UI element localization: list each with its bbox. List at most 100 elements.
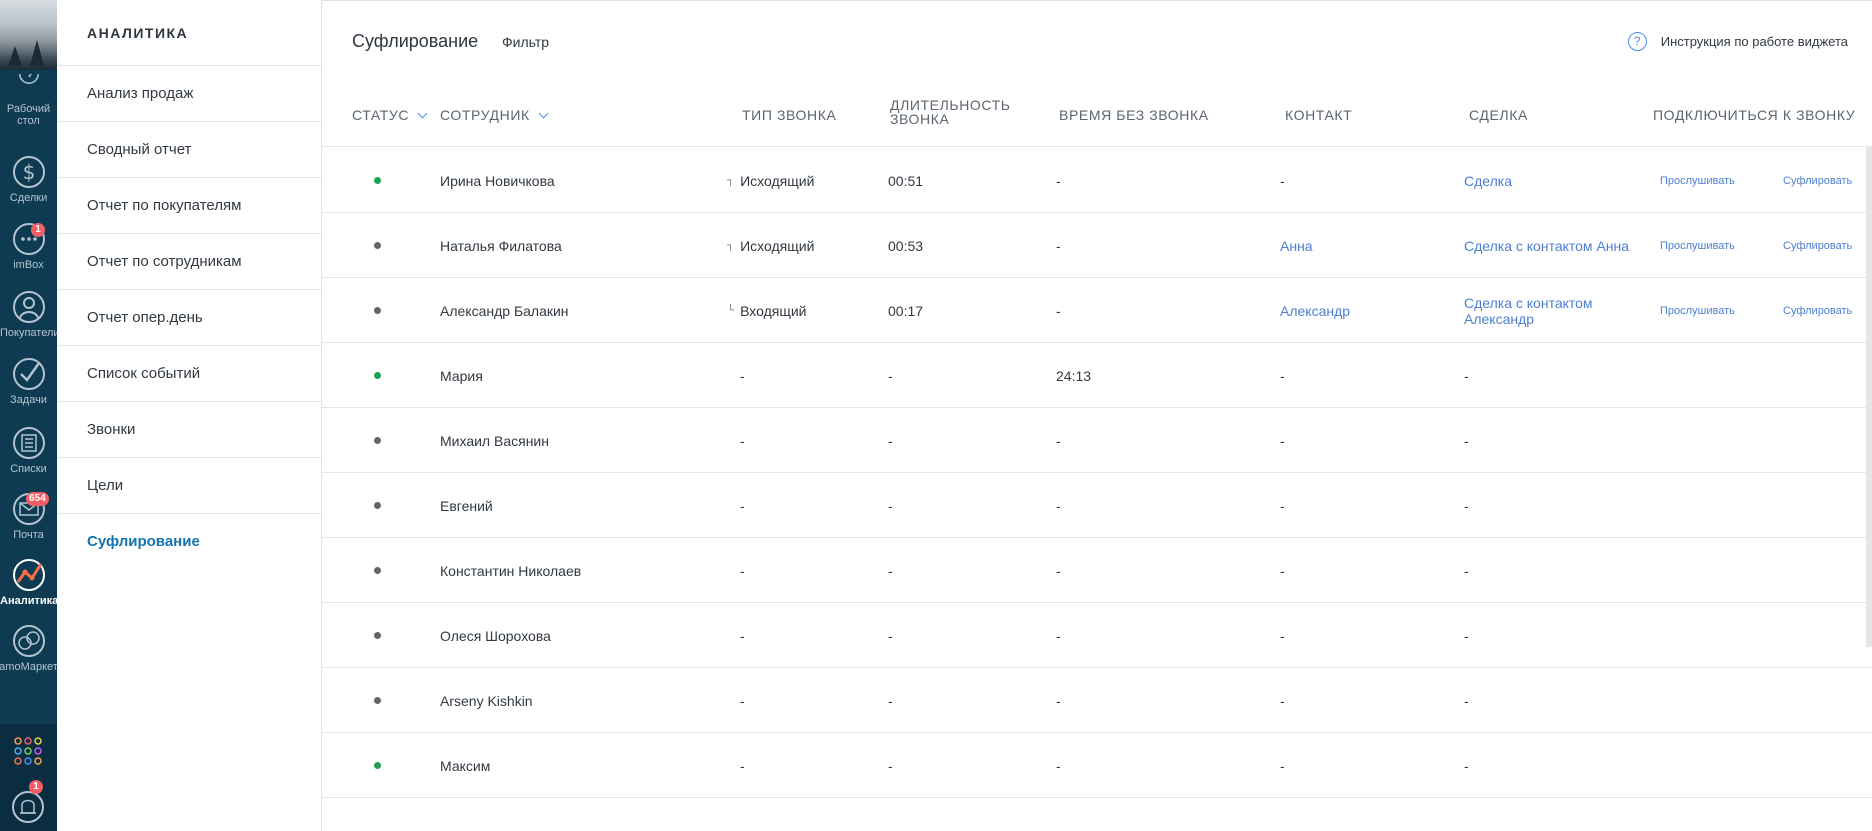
bell-icon[interactable] (11, 790, 45, 824)
call-type-cell: ┐ Исходящий (727, 148, 814, 213)
column-employee[interactable]: СОТРУДНИК (440, 108, 549, 122)
call-type-cell: └ Входящий (727, 278, 807, 343)
prompt-button[interactable]: Суфлировать (1783, 175, 1852, 187)
column-status[interactable]: СТАТУС (352, 108, 428, 122)
status-dot (374, 437, 381, 444)
rail-label-mail: Почта (13, 529, 44, 541)
listen-button-cell: Прослушивать (1660, 148, 1735, 213)
column-duration: ДЛИТЕЛЬНОСТЬ ЗВОНКА (890, 98, 1011, 126)
contact-cell: - (1280, 733, 1285, 798)
contact-cell[interactable]: Александр (1280, 278, 1350, 343)
apps-grid-icon[interactable] (13, 736, 43, 766)
deal-link[interactable]: Сделка с контактом Александр (1464, 295, 1639, 327)
table-row: Максим - - - - - (322, 733, 1872, 798)
call-type: - (740, 432, 745, 449)
status-cell (374, 668, 381, 733)
submenu-item-customers-report[interactable]: Отчет по покупателям (57, 178, 321, 234)
contact-link: - (1280, 692, 1285, 709)
table-row: Мария - - 24:13 - - (322, 343, 1872, 408)
call-duration: - (888, 562, 893, 579)
rail-label-dashboard: Рабочий стол (6, 103, 51, 127)
table-header: СТАТУС СОТРУДНИК ТИП ЗВОНКА ДЛИТЕЛЬНОСТЬ… (322, 80, 1872, 147)
contact-link[interactable]: Александр (1280, 303, 1350, 319)
rail-item-customers[interactable]: Покупатели (0, 290, 57, 339)
deal-link: - (1464, 562, 1469, 579)
contact-cell: - (1280, 148, 1285, 213)
column-duration-line1: ДЛИТЕЛЬНОСТЬ (890, 97, 1011, 113)
idle-time: - (1056, 562, 1061, 579)
listen-button[interactable]: Прослушивать (1660, 240, 1735, 252)
page-header: Суфлирование Фильтр ? Инструкция по рабо… (322, 0, 1872, 80)
submenu-item-calls[interactable]: Звонки (57, 402, 321, 458)
rail-item-lists[interactable]: Списки (0, 426, 57, 475)
deal-cell: - (1464, 343, 1639, 408)
rail-item-market[interactable]: amoМаркет (0, 624, 57, 673)
idle-time: - (1056, 757, 1061, 774)
rail-item-analytics[interactable]: Аналитика (0, 558, 57, 607)
mail-badge: 654 (26, 492, 49, 506)
submenu-item-employees-report[interactable]: Отчет по сотрудникам (57, 234, 321, 290)
prompt-button[interactable]: Суфлировать (1783, 305, 1852, 317)
employee-name: Ирина Новичкова (440, 172, 555, 189)
deal-cell[interactable]: Сделка (1464, 148, 1639, 213)
employee-name: Евгений (440, 497, 493, 514)
submenu-item-sales-analysis[interactable]: Анализ продаж (57, 66, 321, 122)
status-cell (374, 148, 381, 213)
rail-item-dashboard[interactable]: Рабочий стол (0, 74, 57, 127)
deal-cell: - (1464, 668, 1639, 733)
deal-link[interactable]: Сделка (1464, 173, 1512, 189)
submenu-item-goals[interactable]: Цели (57, 458, 321, 514)
rail-item-imbox[interactable]: imBox 1 (0, 222, 57, 271)
call-duration: - (888, 432, 893, 449)
deal-link[interactable]: Сделка с контактом Анна (1464, 238, 1629, 254)
call-type: - (740, 627, 745, 644)
rail-label-customers: Покупатели (0, 327, 57, 339)
prompt-button-cell: Суфлировать (1783, 148, 1852, 213)
column-deal: СДЕЛКА (1469, 107, 1528, 123)
call-duration: 00:53 (888, 237, 924, 254)
rail-item-mail[interactable]: Почта 654 (0, 492, 57, 541)
listen-button[interactable]: Прослушивать (1660, 175, 1735, 187)
call-type: - (740, 497, 745, 514)
contact-cell: - (1280, 538, 1285, 603)
deal-cell[interactable]: Сделка с контактом Александр (1464, 278, 1639, 343)
rail-bottom: 1 (0, 724, 57, 831)
deal-cell: - (1464, 603, 1639, 668)
svg-text:$: $ (22, 160, 35, 184)
idle-time: - (1056, 172, 1061, 189)
prompt-button[interactable]: Суфлировать (1783, 240, 1852, 252)
contact-cell[interactable]: Анна (1280, 213, 1313, 278)
status-cell (374, 343, 381, 408)
deal-link: - (1464, 497, 1469, 514)
submenu-item-summary-report[interactable]: Сводный отчет (57, 122, 321, 178)
contact-link[interactable]: Анна (1280, 238, 1313, 254)
call-duration: - (888, 627, 893, 644)
status-cell (374, 278, 381, 343)
call-duration: - (888, 692, 893, 709)
submenu-item-events-list[interactable]: Список событий (57, 346, 321, 402)
rail-item-deals[interactable]: $ Сделки (0, 155, 57, 204)
status-dot (374, 632, 381, 639)
table-row: Евгений - - - - - (322, 473, 1872, 538)
deal-cell: - (1464, 408, 1639, 473)
rail-label-imbox: imBox (13, 259, 44, 271)
status-dot (374, 502, 381, 509)
listen-button[interactable]: Прослушивать (1660, 305, 1735, 317)
status-dot (374, 697, 381, 704)
help-icon: ? (1627, 32, 1647, 51)
contact-cell: - (1280, 668, 1285, 733)
account-cover-image[interactable] (0, 0, 57, 70)
rail-item-tasks[interactable]: Задачи (0, 357, 57, 406)
submenu-item-opday-report[interactable]: Отчет опер.день (57, 290, 321, 346)
filter-button[interactable]: Фильтр (502, 34, 549, 50)
submenu-item-prompting[interactable]: Суфлирование (57, 514, 321, 570)
widget-help-link[interactable]: ? Инструкция по работе виджета (1627, 32, 1848, 51)
listen-button-cell: Прослушивать (1660, 278, 1735, 343)
analytics-icon (12, 559, 45, 591)
table-row: Наталья Филатова ┐ Исходящий 00:53 - Анна Сдел… (322, 213, 1872, 278)
list-icon (12, 427, 45, 459)
deal-cell[interactable]: Сделка с контактом Анна (1464, 213, 1639, 278)
scrollbar[interactable] (1866, 147, 1872, 647)
column-duration-line2: ЗВОНКА (890, 111, 950, 127)
call-duration: - (888, 497, 893, 514)
